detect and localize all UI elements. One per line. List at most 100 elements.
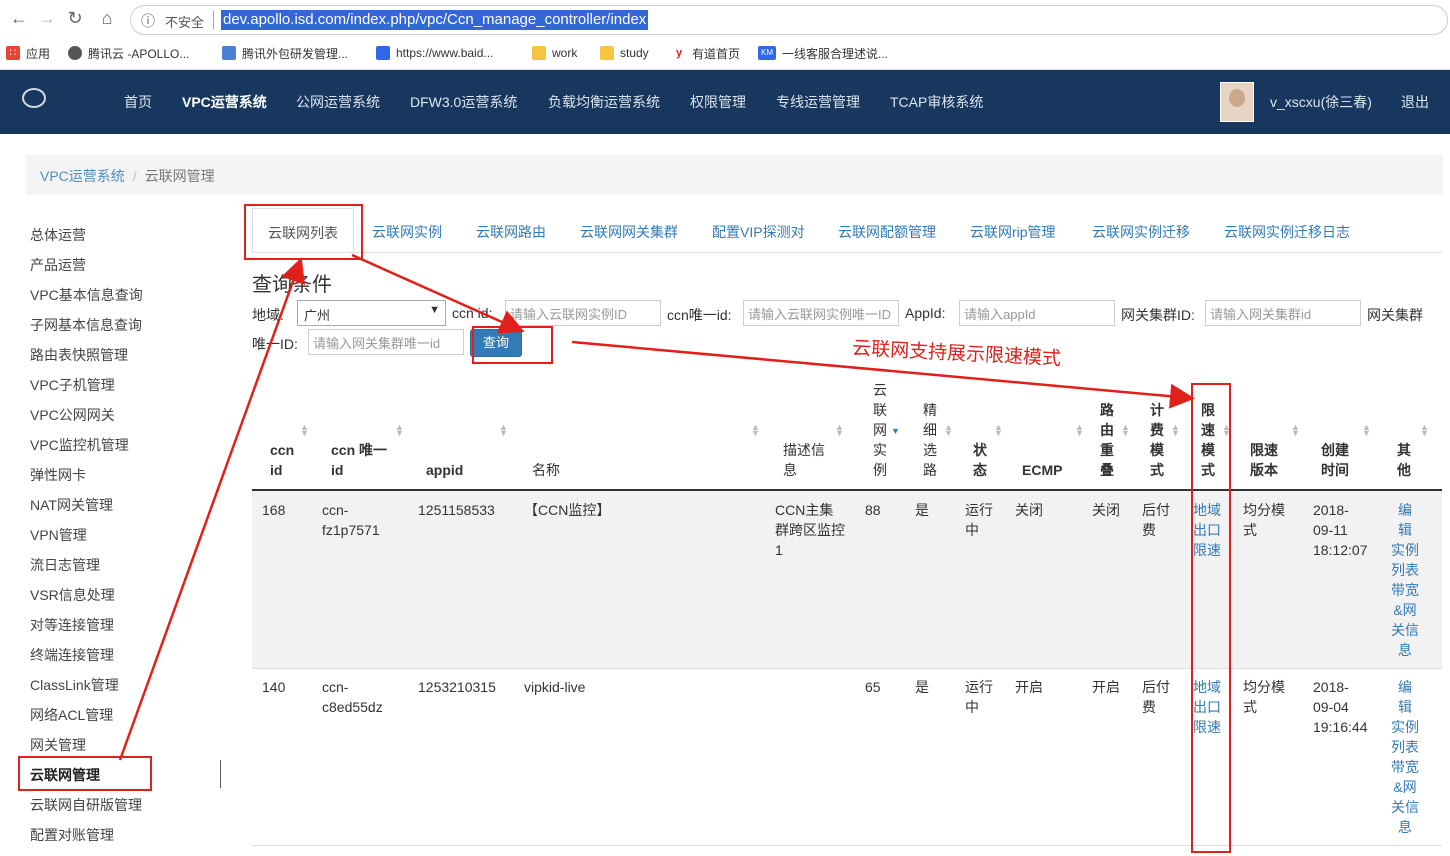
- appid-input[interactable]: 请输入appId: [959, 300, 1115, 326]
- bookmark-youdao[interactable]: y 有道首页: [672, 44, 740, 62]
- sort-icon[interactable]: ▲ ▼: [751, 423, 760, 438]
- gw-input[interactable]: 请输入网关集群id: [1205, 300, 1361, 326]
- breadcrumb: VPC运营系统 / 云联网管理: [26, 155, 1443, 195]
- bookmark-study[interactable]: study: [600, 44, 649, 62]
- cell-route-overlap: 开启: [1092, 679, 1120, 695]
- back-icon[interactable]: ←: [8, 8, 30, 29]
- th-uniq[interactable]: ccn 唯一 id: [331, 440, 387, 480]
- nav-permission[interactable]: 权限管理: [690, 92, 746, 112]
- sidebar-item-endpoint[interactable]: 终端连接管理: [30, 645, 114, 665]
- annotation-box-sidebar: [18, 756, 152, 791]
- url-text[interactable]: dev.apollo.isd.com/index.php/vpc/Ccn_man…: [221, 10, 649, 30]
- sort-icon[interactable]: ▲ ▼: [994, 423, 1003, 438]
- sort-icon[interactable]: ▲ ▼: [1075, 423, 1084, 438]
- sort-icon[interactable]: ▲ ▼: [1291, 423, 1300, 438]
- sidebar-item-vpc-gateway[interactable]: VPC公网网关: [30, 405, 115, 425]
- sort-icon[interactable]: ▲ ▼: [944, 423, 953, 438]
- user-name[interactable]: v_xscxu(徐三春): [1270, 92, 1372, 112]
- sidebar-item-nat[interactable]: NAT网关管理: [30, 495, 113, 515]
- avatar[interactable]: [1220, 82, 1254, 122]
- bookmark-work[interactable]: work: [532, 44, 577, 62]
- reload-icon[interactable]: ↻: [64, 8, 86, 29]
- bookmark-outsource[interactable]: 腾讯外包研发管理...: [222, 44, 348, 62]
- th-create-time[interactable]: 创建 时间: [1321, 440, 1349, 480]
- tab-ccn-migrate-log[interactable]: 云联网实例迁移日志: [1224, 222, 1350, 242]
- gwuniq-input[interactable]: 请输入网关集群唯一id: [308, 329, 464, 355]
- th-appid[interactable]: appid: [426, 460, 463, 480]
- tab-ccn-quota[interactable]: 云联网配额管理: [838, 222, 936, 242]
- th-route-overlap[interactable]: 路由重叠: [1100, 400, 1114, 480]
- cell-actions[interactable]: 编辑实例 列表 带宽 &网 关信息: [1389, 677, 1421, 837]
- sidebar-item-gateway[interactable]: 网关管理: [30, 735, 86, 755]
- th-ecmp[interactable]: ECMP: [1022, 460, 1062, 480]
- sort-icon[interactable]: ▲ ▼: [300, 423, 309, 438]
- uniq-input[interactable]: 请输入云联网实例唯一ID: [743, 300, 899, 326]
- breadcrumb-vpc[interactable]: VPC运营系统: [40, 168, 125, 184]
- bookmark-baidu[interactable]: https://www.baid...: [376, 44, 493, 62]
- nav-public-net[interactable]: 公网运营系统: [296, 92, 380, 112]
- nav-dedicated-line[interactable]: 专线运营管理: [776, 92, 860, 112]
- bookmark-km[interactable]: KM 一线客服合理述说...: [758, 44, 888, 62]
- tab-ccn-instance[interactable]: 云联网实例: [372, 222, 442, 242]
- logo-icon[interactable]: [22, 88, 46, 108]
- sort-icon[interactable]: ▲ ▼: [395, 423, 404, 438]
- sort-icon[interactable]: ▲ ▼: [499, 423, 508, 438]
- info-icon[interactable]: ⓘ: [141, 11, 155, 31]
- th-state[interactable]: 状态: [973, 440, 987, 480]
- sidebar-item-peering[interactable]: 对等连接管理: [30, 615, 114, 635]
- sidebar-item-vsr[interactable]: VSR信息处理: [30, 585, 115, 605]
- sidebar-item-config-reconcile[interactable]: 配置对账管理: [30, 825, 114, 845]
- nav-lb[interactable]: 负载均衡运营系统: [548, 92, 660, 112]
- th-fine-route[interactable]: 精细选路: [923, 400, 937, 480]
- sidebar-item-eni[interactable]: 弹性网卡: [30, 465, 86, 485]
- sidebar-item-route-snapshot[interactable]: 路由表快照管理: [30, 345, 128, 365]
- sort-icon[interactable]: ▲ ▼: [1362, 423, 1371, 438]
- sidebar-item-acl[interactable]: 网络ACL管理: [30, 705, 113, 725]
- sidebar-item-flowlog[interactable]: 流日志管理: [30, 555, 100, 575]
- cell-name: vipkid-live: [524, 679, 586, 695]
- nav-home[interactable]: 首页: [124, 92, 152, 112]
- sidebar-item-vpc-monitor[interactable]: VPC监控机管理: [30, 435, 129, 455]
- sort-desc-icon[interactable]: ▼: [891, 427, 900, 436]
- sidebar-item-overall[interactable]: 总体运营: [30, 225, 86, 245]
- tab-ccn-rip[interactable]: 云联网rip管理: [970, 222, 1056, 242]
- tab-ccn-gw-cluster[interactable]: 云联网网关集群: [580, 222, 678, 242]
- address-bar[interactable]: ⓘ 不安全 dev.apollo.isd.com/index.php/vpc/C…: [130, 5, 1448, 35]
- bookmark-tencent-cloud[interactable]: 腾讯云 -APOLLO...: [68, 44, 189, 62]
- logout-link[interactable]: 退出: [1401, 92, 1429, 112]
- sort-icon[interactable]: ▲ ▼: [835, 423, 844, 438]
- region-select[interactable]: 广州 ▼: [297, 300, 446, 326]
- sort-icon[interactable]: ▲ ▼: [1121, 423, 1130, 438]
- caret-down-icon: ▼: [429, 304, 440, 316]
- sort-icon[interactable]: ▲ ▼: [1420, 423, 1429, 438]
- sidebar-item-product[interactable]: 产品运营: [30, 255, 86, 275]
- query-title: 查询条件: [252, 274, 332, 296]
- home-icon[interactable]: ⌂: [96, 8, 118, 29]
- th-name[interactable]: 名称: [532, 460, 560, 480]
- tab-vip-probe[interactable]: 配置VIP探测对: [712, 222, 805, 242]
- th-instances[interactable]: 云联网实例: [873, 380, 887, 480]
- nav-dfw[interactable]: DFW3.0运营系统: [410, 92, 517, 112]
- cell-route-overlap: 关闭: [1092, 502, 1120, 518]
- sidebar-item-vpc-info[interactable]: VPC基本信息查询: [30, 285, 143, 305]
- nav-tcap[interactable]: TCAP审核系统: [890, 92, 983, 112]
- sidebar-item-ccn-self[interactable]: 云联网自研版管理: [30, 795, 142, 815]
- th-limit-version[interactable]: 限速 版本: [1250, 440, 1278, 480]
- nav-vpc[interactable]: VPC运营系统: [182, 92, 267, 112]
- th-billing[interactable]: 计费模式: [1150, 400, 1164, 480]
- forward-icon[interactable]: →: [36, 8, 58, 29]
- tab-ccn-route[interactable]: 云联网路由: [476, 222, 546, 242]
- sort-icon[interactable]: ▲ ▼: [1171, 423, 1180, 438]
- sidebar-item-classlink[interactable]: ClassLink管理: [30, 675, 119, 695]
- th-desc[interactable]: 描述信息: [783, 440, 825, 480]
- sidebar-item-vpc-vm[interactable]: VPC子机管理: [30, 375, 115, 395]
- cell-actions[interactable]: 编辑实例 列表 带宽 &网 关信息: [1389, 500, 1421, 660]
- ccnid-input[interactable]: 请输入云联网实例ID: [505, 300, 661, 326]
- th-other[interactable]: 其他: [1397, 440, 1411, 480]
- tab-ccn-migrate[interactable]: 云联网实例迁移: [1092, 222, 1190, 242]
- sidebar-item-vpn[interactable]: VPN管理: [30, 525, 87, 545]
- sidebar-item-subnet-info[interactable]: 子网基本信息查询: [30, 315, 142, 335]
- th-ccnid[interactable]: ccn id: [270, 440, 294, 480]
- cell-limit-version: 均分模式: [1243, 679, 1285, 715]
- bookmark-apps[interactable]: ∷ 应用: [6, 44, 50, 62]
